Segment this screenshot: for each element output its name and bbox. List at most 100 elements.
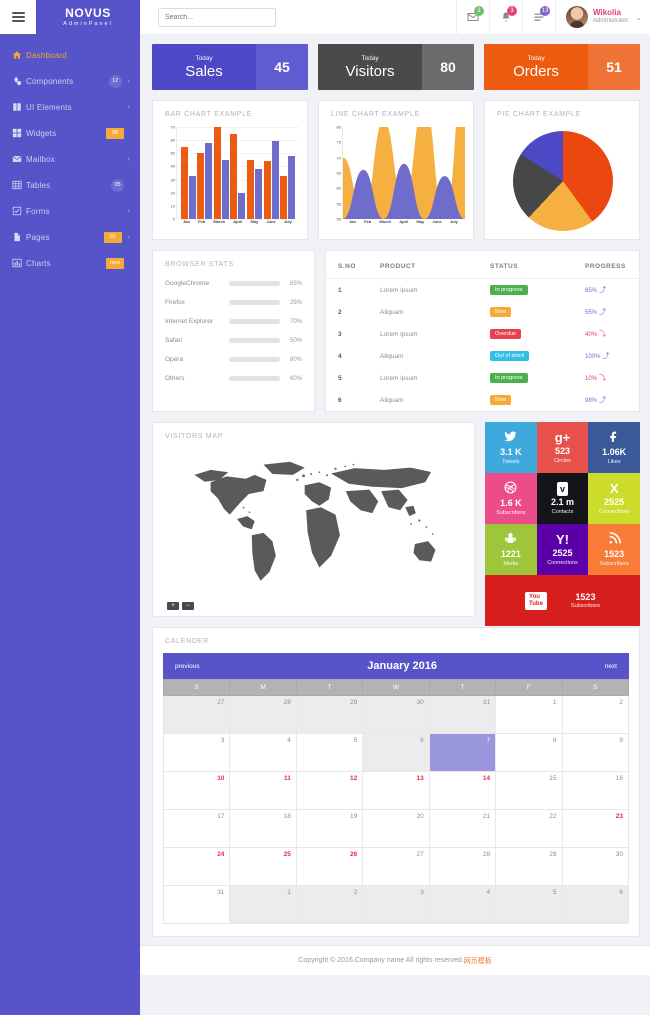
table-row[interactable]: 5 Lorem ipsum In progress 10% ⤵ xyxy=(326,367,639,389)
table-column-header: S.NO xyxy=(326,255,368,279)
calendar-day-cell[interactable]: 2 xyxy=(561,695,630,734)
social-tile-yahoo[interactable]: Y! 2525 Connections xyxy=(536,524,589,575)
calendar-day-cell[interactable]: 17 xyxy=(162,809,231,848)
calendar-prev-button[interactable]: previous xyxy=(175,663,200,670)
calendar-week-row: 10 11 12 13 14 15 16 xyxy=(162,771,630,810)
user-meta: Wikolia Administrator xyxy=(593,8,628,26)
sidebar-item-dashboard[interactable]: Dashboard xyxy=(0,42,140,68)
calendar-day-cell[interactable]: 19 xyxy=(295,809,364,848)
calendar-day-cell[interactable]: 12 xyxy=(295,771,364,810)
map-zoom-out-button[interactable]: − xyxy=(182,602,194,610)
table-cell-status: In progress xyxy=(478,367,573,389)
search-input[interactable] xyxy=(158,7,276,27)
sidebar-item-pages[interactable]: Pages 02 ‹ xyxy=(0,224,140,250)
sidebar-toggle-button[interactable] xyxy=(0,0,36,34)
bar-chart-y-axis: 0 10 20 30 40 50 60 70 xyxy=(163,125,175,222)
bar-chart-bar xyxy=(263,161,271,219)
calendar-day-cell[interactable]: 30 xyxy=(362,695,430,734)
calendar-day-cell[interactable]: 3 xyxy=(162,733,231,772)
table-row[interactable]: 2 Aliquam New 55% ⤴ xyxy=(326,301,639,323)
calendar-day-cell[interactable]: 6 xyxy=(561,885,630,924)
stat-card-orders[interactable]: Today Orders 51 xyxy=(484,44,640,90)
sidebar-item-charts[interactable]: Charts new xyxy=(0,250,140,276)
calendar-day-cell[interactable]: 31 xyxy=(428,695,497,734)
calendar-day-cell[interactable]: 28 xyxy=(428,847,497,886)
browser-name: Safari xyxy=(165,337,182,344)
stat-card-main: Today Sales xyxy=(152,44,256,90)
calendar-day-cell[interactable]: 5 xyxy=(295,733,364,772)
calendar-day-cell[interactable]: 15 xyxy=(495,771,563,810)
calendar-day-cell[interactable]: 8 xyxy=(495,733,563,772)
calendar-day-cell[interactable]: 5 xyxy=(495,885,563,924)
calendar-day-cell[interactable]: 27 xyxy=(362,847,430,886)
table-row[interactable]: 3 Lorem ipsum Overdue 40% ⤵ xyxy=(326,323,639,345)
progress-value: 98% ⤴ xyxy=(585,397,607,404)
messages-button[interactable]: 3 xyxy=(455,0,489,34)
sidebar-item-tables[interactable]: Tables 05 xyxy=(0,172,140,198)
social-tile-android[interactable]: 1221 Media xyxy=(485,524,537,575)
calendar-day-cell[interactable]: 21 xyxy=(428,809,497,848)
tasks-button[interactable]: 13 xyxy=(521,0,555,34)
calendar-day-cell[interactable]: 4 xyxy=(428,885,497,924)
line-chart-xtick: Feb xyxy=(364,219,372,224)
sidebar-item-mailbox[interactable]: Mailbox ‹ xyxy=(0,146,140,172)
calendar-panel: CALENDER previous January 2016 next SMTW… xyxy=(152,627,640,937)
calendar-day-cell[interactable]: 3 xyxy=(362,885,430,924)
table-row[interactable]: 1 Lorem ipsum In progress 85% ⤴ xyxy=(326,279,639,302)
calendar-day-cell[interactable]: 9 xyxy=(561,733,630,772)
calendar-day-cell[interactable]: 29 xyxy=(495,847,563,886)
calendar-day-cell[interactable]: 25 xyxy=(229,847,297,886)
social-tile-rss[interactable]: 1523 Subscribers xyxy=(588,524,640,575)
browser-percent: 50% xyxy=(289,337,302,344)
calendar-day-cell[interactable]: 6 xyxy=(362,733,430,772)
calendar-day-cell[interactable]: 16 xyxy=(561,771,630,810)
calendar-day-cell[interactable]: 26 xyxy=(295,847,364,886)
calendar-dayname: M xyxy=(229,679,297,696)
calendar-day-cell[interactable]: 13 xyxy=(362,771,430,810)
calendar-day-cell[interactable]: 4 xyxy=(229,733,297,772)
calendar-day-cell[interactable]: 1 xyxy=(495,695,563,734)
calendar-day-cell[interactable]: 27 xyxy=(162,695,231,734)
calendar-day-cell[interactable]: 11 xyxy=(229,771,297,810)
sidebar-item-ui-elements[interactable]: UI Elements ‹ xyxy=(0,94,140,120)
social-tile-vimeo[interactable]: v 2.1 m Contacts xyxy=(536,473,589,524)
social-tile-twitter[interactable]: 3.1 K Tweets xyxy=(485,422,537,473)
browser-progress-track xyxy=(229,319,280,324)
stat-card-title: Sales xyxy=(185,62,223,80)
calendar-day-cell[interactable]: 31 xyxy=(162,885,231,924)
calendar-day-cell[interactable]: 28 xyxy=(229,695,297,734)
calendar-day-cell[interactable]: 18 xyxy=(229,809,297,848)
social-tile-youtube[interactable]: You Tube 1523 Subscribers xyxy=(485,575,640,626)
map-zoom-in-button[interactable]: + xyxy=(167,602,179,610)
user-menu[interactable]: Wikolia Administrator ⌄ xyxy=(554,0,650,34)
calendar-day-cell[interactable]: 24 xyxy=(162,847,231,886)
calendar-day-cell[interactable]: 22 xyxy=(495,809,563,848)
calendar-next-button[interactable]: next xyxy=(605,663,617,670)
bar-chart-bar xyxy=(238,192,246,219)
calendar-day-cell[interactable]: 14 xyxy=(428,771,497,810)
calendar-day-cell[interactable]: 7 xyxy=(428,733,497,772)
notifications-button[interactable]: 3 xyxy=(488,0,522,34)
calendar-day-cell[interactable]: 2 xyxy=(295,885,364,924)
calendar-day-cell[interactable]: 29 xyxy=(295,695,364,734)
social-tile-facebook[interactable]: 1.06K Likes xyxy=(588,422,640,473)
social-tile-googleplus[interactable]: g+ 523 Circles xyxy=(536,422,589,473)
sidebar-item-widgets[interactable]: Widgets 08 xyxy=(0,120,140,146)
brand-logo[interactable]: NOVUS AdminPanel xyxy=(36,0,140,34)
calendar-day-cell[interactable]: 10 xyxy=(162,771,231,810)
social-tile-dribbble[interactable]: 1.6 K Subscribers xyxy=(485,473,537,524)
browser-progress-track xyxy=(229,376,280,381)
calendar-day-cell[interactable]: 1 xyxy=(229,885,297,924)
calendar-day-cell[interactable]: 23 xyxy=(561,809,630,848)
sidebar-item-label: UI Elements xyxy=(26,102,72,112)
stat-card-sales[interactable]: Today Sales 45 xyxy=(152,44,308,90)
calendar-day-cell[interactable]: 20 xyxy=(362,809,430,848)
sidebar-item-forms[interactable]: Forms ‹ xyxy=(0,198,140,224)
stat-card-visitors[interactable]: Today Visitors 80 xyxy=(318,44,474,90)
world-map[interactable] xyxy=(159,447,468,594)
sidebar-item-components[interactable]: Components 12 ‹ xyxy=(0,68,140,94)
table-row[interactable]: 4 Aliquam Out of stock 100% ⤴ xyxy=(326,345,639,367)
calendar-day-cell[interactable]: 30 xyxy=(561,847,630,886)
social-tile-xing[interactable]: Χ 2525 Connections xyxy=(588,473,640,524)
table-row[interactable]: 6 Aliquam New 98% ⤴ xyxy=(326,389,639,411)
